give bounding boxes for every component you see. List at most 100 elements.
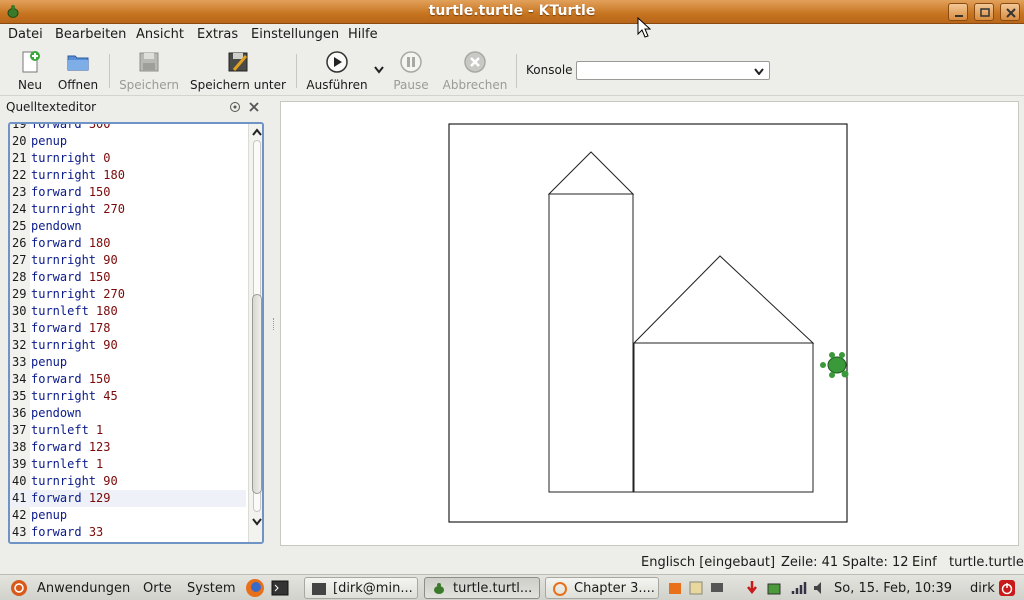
save-button[interactable]: Speichern — [118, 50, 180, 94]
ubuntu-icon[interactable] — [10, 579, 28, 597]
code-line[interactable]: 29 turnright 270 — [10, 286, 246, 303]
new-button[interactable]: Neu — [12, 50, 48, 94]
code-line[interactable]: 36 pendown — [10, 405, 246, 422]
code-line[interactable]: 40 turnright 90 — [10, 473, 246, 490]
chevron-down-icon[interactable] — [252, 518, 262, 526]
code-line[interactable]: 23 forward 150 — [10, 184, 246, 201]
command-argument: 33 — [88, 525, 104, 539]
screen-icon[interactable] — [709, 580, 725, 596]
line-number: 31 — [12, 321, 27, 335]
line-number: 38 — [12, 440, 27, 454]
command-keyword: turnright — [31, 338, 97, 352]
code-line[interactable]: 41 forward 129 — [10, 490, 246, 507]
command-argument: 90 — [103, 474, 118, 488]
task-terminal[interactable]: [dirk@min... — [304, 577, 418, 599]
open-button[interactable]: Offnen — [56, 50, 100, 94]
close-icon — [1006, 8, 1016, 18]
task-chapter-label: Chapter 3.... — [574, 581, 655, 596]
line-number: 20 — [12, 134, 27, 148]
menu-einstellungen[interactable]: Einstellungen — [251, 27, 339, 42]
pause-button[interactable]: Pause — [390, 50, 432, 94]
code-line[interactable]: 43 forward 33 — [10, 524, 246, 541]
chevron-down-icon[interactable] — [374, 66, 384, 74]
menu-system[interactable]: System — [187, 581, 235, 596]
code-line[interactable]: 22 turnright 180 — [10, 167, 246, 184]
float-panel-icon[interactable] — [229, 101, 241, 113]
line-number: 29 — [12, 287, 27, 301]
firefox-icon[interactable] — [245, 578, 265, 598]
code-editor[interactable]: 19 forward 300 20 penup 21 turnright 0 22 turnr… — [8, 122, 264, 544]
command-argument: 300 — [88, 122, 111, 131]
scrollbar-thumb[interactable] — [252, 294, 262, 494]
close-button[interactable] — [1000, 3, 1020, 21]
menu-applications[interactable]: Anwendungen — [37, 581, 130, 596]
user-name[interactable]: dirk — [970, 581, 995, 596]
save-label: Speichern — [119, 78, 179, 92]
code-line[interactable]: 39 turnleft 1 — [10, 456, 246, 473]
task-kturtle[interactable]: turtle.turtl... — [424, 577, 540, 599]
command-argument: 150 — [88, 372, 111, 386]
command-keyword: turnright — [31, 287, 97, 301]
code-line[interactable]: 20 penup — [10, 133, 246, 150]
code-line[interactable]: 35 turnright 45 — [10, 388, 246, 405]
save-as-button[interactable]: Speichern unter — [190, 50, 286, 94]
code-lines[interactable]: 19 forward 300 20 penup 21 turnright 0 22 turnr… — [10, 122, 246, 541]
task-chapter[interactable]: Chapter 3.... — [545, 577, 659, 599]
close-panel-icon[interactable] — [248, 101, 260, 113]
menu-datei[interactable]: Datei — [8, 27, 43, 42]
run-button[interactable]: Ausführen — [305, 50, 369, 94]
abort-button[interactable]: Abbrechen — [442, 50, 508, 94]
update-icon[interactable] — [667, 580, 683, 596]
download-icon[interactable] — [744, 580, 760, 596]
maximize-button[interactable] — [974, 3, 994, 21]
menu-ansicht[interactable]: Ansicht — [136, 27, 184, 42]
code-line[interactable]: 38 forward 123 — [10, 439, 246, 456]
minimize-button[interactable] — [948, 3, 968, 21]
code-line[interactable]: 19 forward 300 — [10, 122, 246, 133]
line-number: 41 — [12, 491, 27, 505]
command-argument: 0 — [103, 151, 111, 165]
notes-icon[interactable] — [688, 580, 704, 596]
code-line[interactable]: 32 turnright 90 — [10, 337, 246, 354]
code-line[interactable]: 21 turnright 0 — [10, 150, 246, 167]
code-command: forward 33 — [31, 524, 103, 541]
line-number: 21 — [12, 151, 27, 165]
network-icon[interactable] — [791, 580, 807, 596]
clock[interactable]: So, 15. Feb, 10:39 — [834, 581, 952, 596]
code-command: turnleft 1 — [31, 456, 103, 473]
volume-icon[interactable] — [812, 580, 828, 596]
code-line[interactable]: 24 turnright 270 — [10, 201, 246, 218]
code-line[interactable]: 28 forward 150 — [10, 269, 246, 286]
main-toolbar: Neu Offnen Speichern Speichern unter Aus… — [0, 46, 1024, 96]
run-label: Ausführen — [306, 78, 368, 92]
shutdown-icon[interactable] — [999, 580, 1015, 596]
code-line[interactable]: 42 penup — [10, 507, 246, 524]
menu-hilfe[interactable]: Hilfe — [348, 27, 378, 42]
battery-icon[interactable] — [766, 580, 782, 596]
terminal-icon[interactable] — [271, 579, 289, 597]
konsole-select[interactable] — [576, 61, 770, 80]
code-line[interactable]: 26 forward 180 — [10, 235, 246, 252]
code-line[interactable]: 37 turnleft 1 — [10, 422, 246, 439]
code-line[interactable]: 30 turnleft 180 — [10, 303, 246, 320]
code-command: forward 180 — [31, 235, 111, 252]
code-line[interactable]: 27 turnright 90 — [10, 252, 246, 269]
code-line[interactable]: 25 pendown — [10, 218, 246, 235]
panel-splitter[interactable] — [270, 96, 280, 548]
command-argument: 129 — [88, 491, 111, 505]
command-keyword: penup — [31, 355, 68, 369]
code-command: forward 150 — [31, 269, 111, 286]
terminal-icon — [312, 583, 326, 595]
command-keyword: turnleft — [31, 423, 89, 437]
code-line[interactable]: 31 forward 178 — [10, 320, 246, 337]
code-line[interactable]: 33 penup — [10, 354, 246, 371]
code-line[interactable]: 34 forward 150 — [10, 371, 246, 388]
editor-scrollbar[interactable] — [248, 124, 262, 542]
line-number: 43 — [12, 525, 27, 539]
menu-bearbeiten[interactable]: Bearbeiten — [55, 27, 126, 42]
task-kturtle-label: turtle.turtl... — [453, 581, 533, 596]
menu-places[interactable]: Orte — [143, 581, 172, 596]
menu-extras[interactable]: Extras — [197, 27, 238, 42]
chevron-up-icon[interactable] — [252, 128, 262, 136]
command-keyword: turnright — [31, 202, 97, 216]
